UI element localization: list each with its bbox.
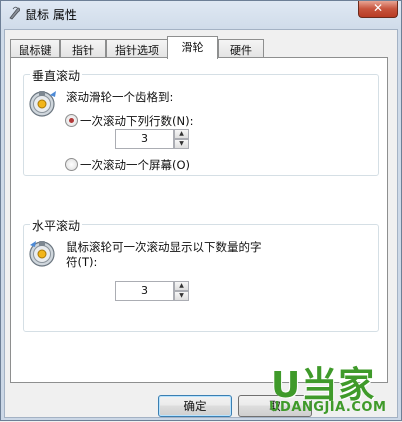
tab-pointers[interactable]: 指针 — [60, 39, 106, 58]
vertical-scroll-group: 垂直滚动 滚动滑轮一个齿格到: 一次滚动下列行数(N): 3 ▲ ▼ 一次滚动一… — [23, 67, 379, 176]
horizontal-scroll-legend: 水平滚动 — [30, 217, 83, 234]
lines-spinner-buttons: ▲ ▼ — [174, 129, 189, 149]
chars-spinner-buttons: ▲ ▼ — [174, 281, 189, 301]
tab-label: 指针 — [72, 44, 94, 57]
horizontal-scroll-prompt: 鼠标滚轮可一次滚动显示以下数量的字 — [66, 240, 262, 254]
tab-label: 指针选项 — [115, 44, 159, 57]
scroll-screen-radio[interactable] — [65, 158, 78, 171]
tab-hardware[interactable]: 硬件 — [218, 39, 264, 58]
tab-label: 硬件 — [230, 44, 252, 57]
watermark-url: UDANGJIA.COM — [269, 400, 387, 415]
horizontal-scroll-group: 水平滚动 鼠标滚轮可一次滚动显示以下数量的字 符(T): 3 ▲ ▼ — [23, 217, 379, 332]
mouse-properties-window: 鼠标 属性 ✕ 鼠标键 指针 指针选项 滑轮 硬件 垂直滚动 滚动滑轮一个齿格到… — [0, 0, 402, 421]
close-icon: ✕ — [372, 1, 384, 15]
tab-label: 滑轮 — [181, 41, 204, 54]
vertical-scroll-prompt: 滚动滑轮一个齿格到: — [66, 90, 174, 104]
tab-pointer-options[interactable]: 指针选项 — [106, 39, 168, 58]
spin-up-icon[interactable]: ▲ — [174, 129, 189, 139]
mouse-icon — [9, 6, 20, 20]
wheel-panel: 垂直滚动 滚动滑轮一个齿格到: 一次滚动下列行数(N): 3 ▲ ▼ 一次滚动一… — [10, 57, 388, 383]
scroll-lines-radio[interactable] — [65, 114, 78, 127]
vertical-scroll-legend: 垂直滚动 — [30, 67, 83, 84]
title-bar[interactable]: 鼠标 属性 ✕ — [1, 1, 401, 27]
scroll-wheel-icon — [29, 91, 56, 117]
scroll-screen-label[interactable]: 一次滚动一个屏幕(O) — [80, 157, 190, 173]
horizontal-wheel-icon — [29, 241, 55, 267]
lines-input[interactable]: 3 — [115, 129, 174, 149]
tab-label: 鼠标键 — [18, 44, 52, 57]
lines-spinner: 3 ▲ ▼ — [115, 129, 189, 149]
window-title: 鼠标 属性 — [25, 8, 77, 22]
chars-spinner: 3 ▲ ▼ — [115, 281, 189, 301]
spin-down-icon[interactable]: ▼ — [174, 291, 189, 301]
ok-button[interactable]: 确定 — [158, 395, 232, 417]
site-watermark: U当家 UDANGJIA.COM — [263, 356, 402, 422]
spin-up-icon[interactable]: ▲ — [174, 281, 189, 291]
tab-wheel[interactable]: 滑轮 — [167, 36, 218, 59]
horizontal-scroll-prompt-cont: 符(T): — [66, 255, 98, 269]
close-button[interactable]: ✕ — [358, 1, 398, 18]
scroll-lines-label[interactable]: 一次滚动下列行数(N): — [80, 113, 193, 129]
spin-down-icon[interactable]: ▼ — [174, 139, 189, 149]
tab-buttons[interactable]: 鼠标键 — [10, 39, 60, 58]
chars-input[interactable]: 3 — [115, 281, 174, 301]
